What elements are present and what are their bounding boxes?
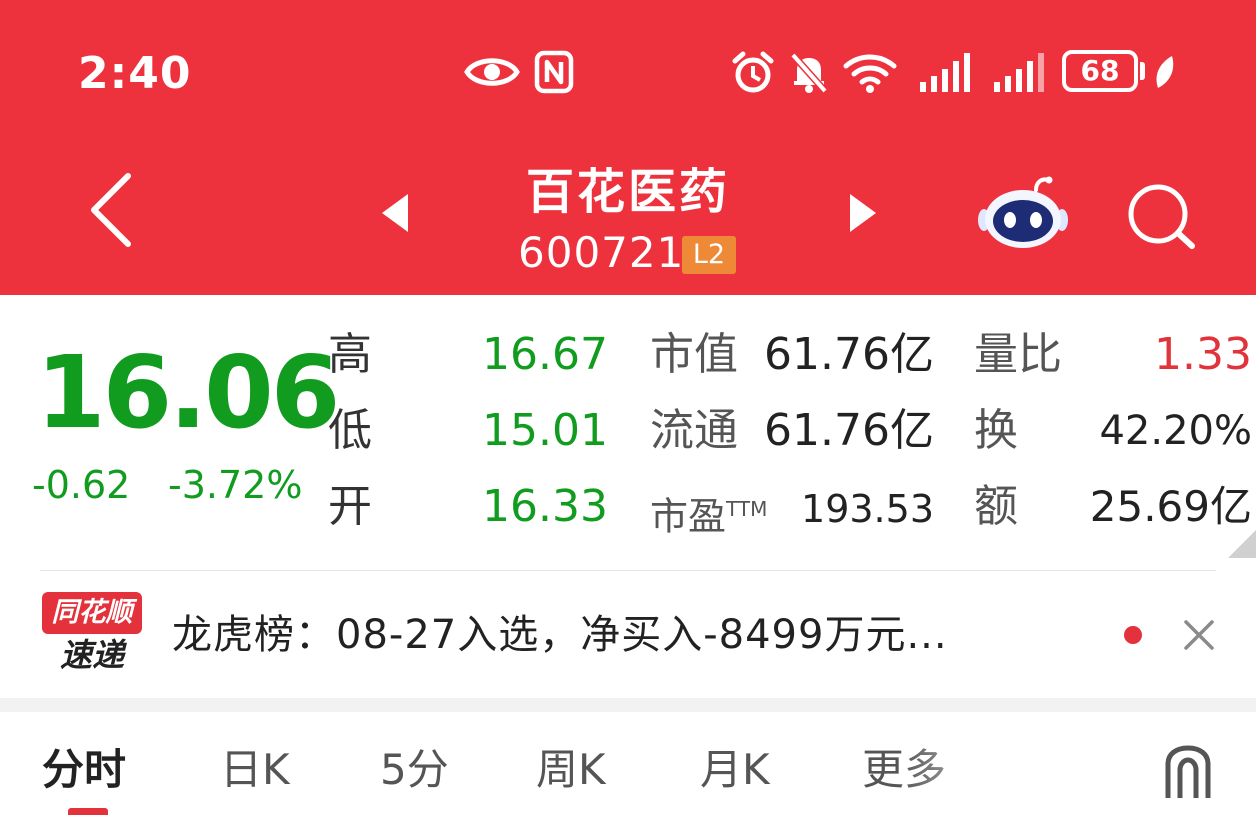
- high-value: 16.67: [482, 329, 608, 380]
- market-cap-label: 市值: [650, 329, 738, 380]
- unread-dot: [1124, 626, 1142, 644]
- price-change-percent: -3.72%: [168, 463, 303, 507]
- alarm-icon: [732, 51, 774, 93]
- pe-label-text: 市盈: [650, 494, 727, 539]
- tab-weekly-k[interactable]: 周K: [536, 742, 606, 798]
- amount-label: 额: [974, 481, 1018, 532]
- robot-assistant-icon[interactable]: [976, 176, 1070, 252]
- battery-icon: 68: [1062, 50, 1138, 92]
- market-cap-value: 61.76亿: [764, 329, 934, 380]
- signal-icon: [920, 53, 970, 92]
- news-headline[interactable]: 龙虎榜：08-27入选，净买入-8499万元...: [172, 610, 948, 660]
- next-stock-icon[interactable]: [848, 192, 878, 234]
- tab-monthly-k[interactable]: 月K: [700, 742, 770, 798]
- float-cap-label: 流通: [650, 405, 738, 456]
- turnover-label: 换: [974, 405, 1018, 456]
- news-logo-top: 同花顺: [42, 592, 142, 634]
- status-time: 2:40: [78, 48, 192, 99]
- stock-code: 600721: [518, 228, 685, 277]
- open-value: 16.33: [482, 481, 608, 532]
- nfc-icon: [534, 50, 574, 94]
- volume-ratio-value: 1.33: [1154, 329, 1252, 380]
- divider: [40, 570, 1216, 571]
- mute-icon: [790, 52, 828, 94]
- current-price: 16.06: [36, 334, 340, 451]
- tab-intraday[interactable]: 分时: [42, 742, 126, 798]
- pe-label: 市盈TTM: [650, 484, 767, 542]
- header-bar: 2:40 68 百花医药 600721 L2: [0, 0, 1256, 295]
- eye-icon: [464, 58, 520, 86]
- news-logo-bottom: 速递: [59, 636, 124, 674]
- high-label: 高: [328, 329, 372, 380]
- section-gap: [0, 698, 1256, 712]
- stock-detail-screen: 2:40 68 百花医药 600721 L2 16.06 -0.62 -3.72…: [0, 0, 1256, 815]
- news-logo: 同花顺 速递: [42, 592, 142, 674]
- active-tab-indicator: [68, 808, 108, 815]
- signal-icon: [994, 53, 1044, 92]
- close-icon[interactable]: [1182, 618, 1216, 652]
- pe-ttm-sup: TTM: [726, 497, 768, 521]
- low-value: 15.01: [482, 405, 608, 456]
- pe-value: 193.53: [801, 487, 934, 531]
- price-change: -0.62: [32, 463, 131, 507]
- search-icon[interactable]: [1124, 182, 1198, 252]
- volume-ratio-label: 量比: [974, 329, 1062, 380]
- tab-daily-k[interactable]: 日K: [220, 742, 290, 798]
- tab-5min[interactable]: 5分: [380, 742, 449, 798]
- amount-value: 25.69亿: [1089, 482, 1252, 531]
- wifi-icon: [843, 54, 897, 93]
- chart-settings-icon[interactable]: [1160, 744, 1216, 800]
- battery-tip: [1140, 62, 1145, 80]
- leaf-icon: [1156, 56, 1174, 88]
- expand-corner-icon[interactable]: [1228, 530, 1256, 558]
- turnover-value: 42.20%: [1099, 408, 1252, 454]
- open-label: 开: [328, 481, 372, 532]
- level2-badge: L2: [682, 236, 736, 274]
- float-cap-value: 61.76亿: [764, 405, 934, 456]
- low-label: 低: [328, 405, 372, 456]
